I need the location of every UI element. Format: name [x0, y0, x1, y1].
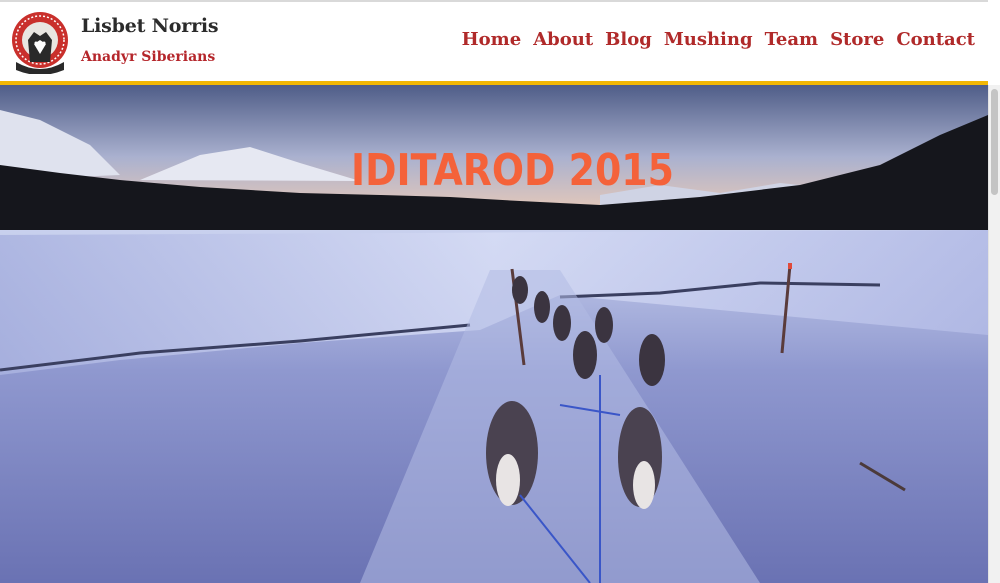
nav-home[interactable]: Home: [462, 29, 522, 50]
nav-about[interactable]: About: [533, 29, 593, 50]
hero-banner: IDITAROD 2015: [0, 85, 988, 583]
main-nav: Home About Blog Mushing Team Store Conta…: [462, 29, 975, 50]
site-subtitle[interactable]: Anadyr Siberians: [81, 49, 215, 65]
nav-blog[interactable]: Blog: [605, 29, 652, 50]
header-edge: [988, 0, 1000, 85]
site-name[interactable]: Lisbet Norris: [81, 15, 219, 37]
nav-team[interactable]: Team: [765, 29, 819, 50]
nav-store[interactable]: Store: [830, 29, 884, 50]
hero-title: IDITAROD 2015: [351, 145, 674, 196]
nav-mushing[interactable]: Mushing: [664, 29, 753, 50]
scrollbar-thumb[interactable]: [991, 89, 998, 195]
page-scrollbar[interactable]: [988, 85, 1000, 583]
nav-contact[interactable]: Contact: [896, 29, 975, 50]
husky-medallion-icon[interactable]: [10, 10, 70, 74]
site-header: Lisbet Norris Anadyr Siberians Home Abou…: [0, 0, 1000, 81]
